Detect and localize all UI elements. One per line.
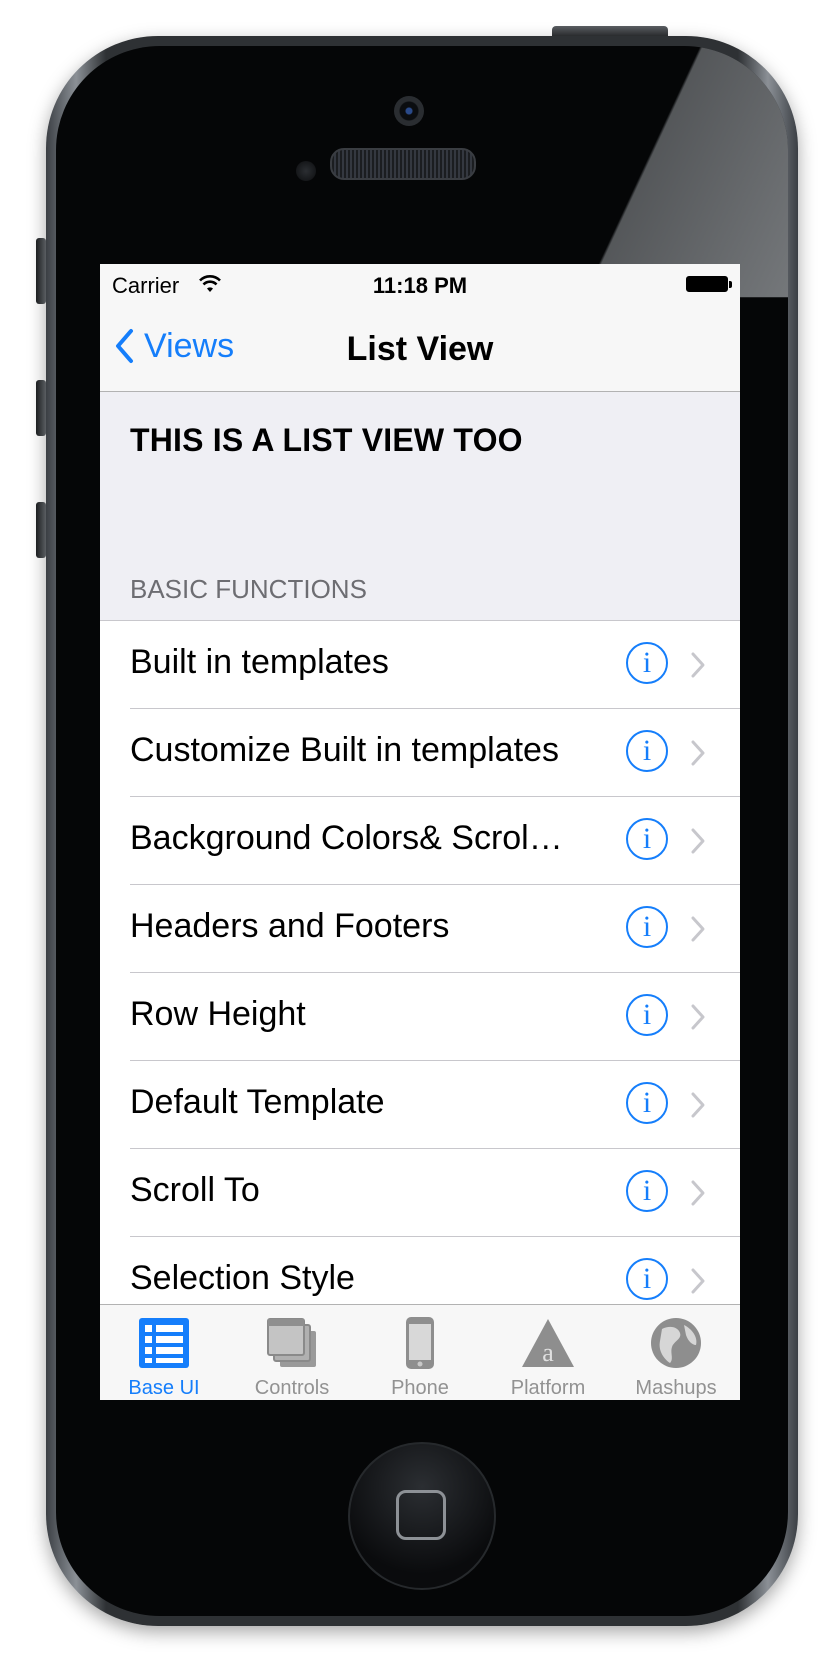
- tab-mashups[interactable]: Mashups: [612, 1305, 740, 1400]
- tab-platform[interactable]: a Platform: [484, 1305, 612, 1400]
- tab-label: Platform: [510, 1377, 586, 1399]
- row-label: Default Template: [130, 1083, 385, 1121]
- page-title: List View: [346, 330, 494, 368]
- power-button: [552, 26, 668, 36]
- list-grid-icon: [139, 1318, 189, 1368]
- info-button-icon[interactable]: i: [626, 642, 668, 684]
- row-label: Customize Built in templates: [130, 731, 559, 769]
- volume-down-button: [36, 502, 46, 558]
- earpiece-speaker: [330, 148, 476, 180]
- row-label: Scroll To: [130, 1171, 260, 1209]
- home-button[interactable]: [348, 1442, 496, 1590]
- platform-a-icon: a: [522, 1319, 574, 1367]
- table-section: Built in templates i Customize Built in …: [100, 620, 740, 1325]
- row-label: Row Height: [130, 995, 306, 1033]
- disclosure-chevron-icon: [691, 1004, 705, 1030]
- info-button-icon[interactable]: i: [626, 1082, 668, 1124]
- table-row[interactable]: Scroll To i: [100, 1149, 740, 1237]
- info-button-icon[interactable]: i: [626, 730, 668, 772]
- tab-controls[interactable]: Controls: [228, 1305, 356, 1400]
- tab-label: Phone: [391, 1377, 449, 1399]
- battery-icon: [686, 276, 732, 292]
- proximity-sensor: [296, 161, 316, 181]
- svg-text:a: a: [542, 1338, 554, 1367]
- navigation-bar: Views List View: [100, 304, 740, 392]
- front-camera: [394, 96, 424, 126]
- info-button-icon[interactable]: i: [626, 906, 668, 948]
- tab-label: Controls: [254, 1377, 330, 1399]
- app-screen: Carrier 11:18 PM Views List View THIS IS…: [100, 264, 740, 1400]
- row-label: Selection Style: [130, 1259, 355, 1297]
- globe-icon: [651, 1318, 701, 1368]
- disclosure-chevron-icon: [691, 652, 705, 678]
- table-row[interactable]: Headers and Footers i: [100, 885, 740, 973]
- table-row[interactable]: Customize Built in templates i: [100, 709, 740, 797]
- disclosure-chevron-icon: [691, 1092, 705, 1118]
- disclosure-chevron-icon: [691, 1180, 705, 1206]
- section-header: BASIC FUNCTIONS: [130, 574, 367, 604]
- home-square-icon: [396, 1490, 446, 1540]
- disclosure-chevron-icon: [691, 828, 705, 854]
- info-button-icon[interactable]: i: [626, 1258, 668, 1300]
- table-row[interactable]: Default Template i: [100, 1061, 740, 1149]
- status-time: 11:18 PM: [372, 273, 468, 298]
- phone-icon: [406, 1317, 434, 1369]
- volume-up-button: [36, 380, 46, 436]
- info-button-icon[interactable]: i: [626, 818, 668, 860]
- list-header-title: THIS IS A LIST VIEW TOO: [130, 422, 523, 458]
- disclosure-chevron-icon: [691, 740, 705, 766]
- disclosure-chevron-icon: [691, 916, 705, 942]
- tab-bar: Base UI Controls Phone a Platform Mashup…: [100, 1304, 740, 1400]
- info-button-icon[interactable]: i: [626, 994, 668, 1036]
- tab-label: Mashups: [635, 1377, 717, 1399]
- tab-base-ui[interactable]: Base UI: [100, 1305, 228, 1400]
- table-row[interactable]: Row Height i: [100, 973, 740, 1061]
- table-row[interactable]: Background Colors& Scroll… i: [100, 797, 740, 885]
- row-label: Built in templates: [130, 643, 389, 681]
- table-row[interactable]: Built in templates i: [100, 621, 740, 709]
- info-button-icon[interactable]: i: [626, 1170, 668, 1212]
- mute-switch: [36, 238, 46, 304]
- tab-label: Base UI: [128, 1377, 200, 1399]
- status-bar: Carrier 11:18 PM: [100, 264, 740, 304]
- tab-phone[interactable]: Phone: [356, 1305, 484, 1400]
- stacked-windows-icon: [267, 1318, 316, 1367]
- row-label: Headers and Footers: [130, 907, 450, 945]
- disclosure-chevron-icon: [691, 1268, 705, 1294]
- row-label: Background Colors& Scroll…: [130, 819, 570, 857]
